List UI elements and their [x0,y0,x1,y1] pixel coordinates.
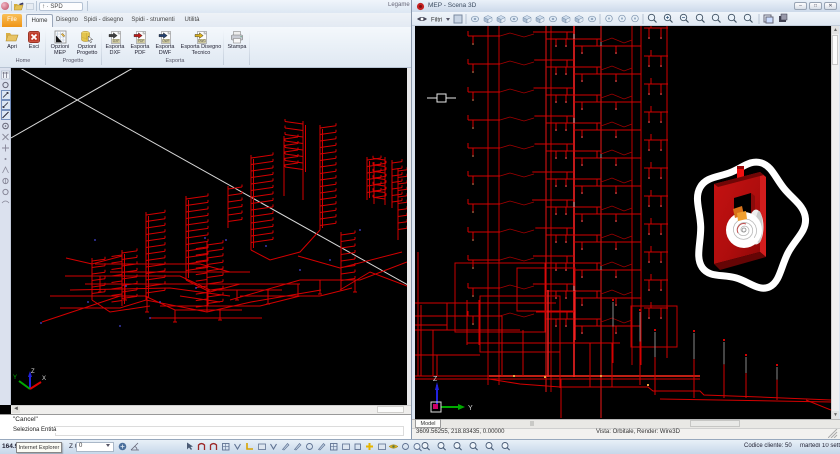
svg-text:DXF: DXF [113,39,119,43]
svg-text:PDF: PDF [138,39,144,43]
svg-text:X: X [42,376,46,382]
svg-text:Y: Y [13,375,17,381]
svg-text:Z: Z [433,376,438,383]
svg-text:DWG: DWG [198,39,206,43]
svg-text:Filtri: Filtri [431,18,442,24]
svg-text:Z: Z [31,369,35,375]
svg-text:Y: Y [468,405,473,412]
svg-text:DWF: DWF [162,39,169,43]
